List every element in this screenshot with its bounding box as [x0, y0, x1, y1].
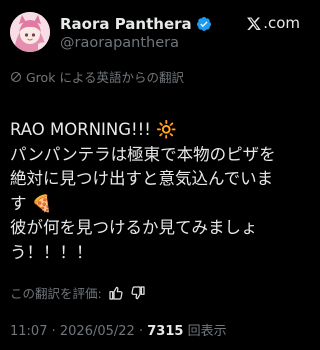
- brand-label: .com: [263, 14, 300, 32]
- display-name[interactable]: Raora Panthera: [60, 15, 192, 33]
- tweet-text: RAO MORNING!!! 🔆 パンパンテラは極東で本物のピザを 絶対に見つけ…: [10, 118, 302, 265]
- avatar-image: [10, 12, 50, 52]
- tweet-line: パンパンテラは極東で本物のピザを: [10, 144, 276, 164]
- thumbs-up-icon: [109, 286, 123, 300]
- tweet-line: 絶対に見つけ出すと意気込んでいま: [10, 169, 274, 188]
- translation-notice: Grok による英語からの翻訳: [10, 67, 184, 86]
- tweet-line: う！！！！: [10, 242, 93, 262]
- rate-translation: この翻訳を評価:: [10, 283, 146, 302]
- x-brand-link[interactable]: .com: [246, 14, 300, 32]
- x-logo-icon: [247, 16, 261, 30]
- tweet-meta: 11:07 · 2026/05/22 · 7315 回表示: [10, 320, 227, 339]
- tweet-line: す 🍕: [10, 193, 53, 213]
- views-count: 7315: [147, 324, 184, 339]
- handle[interactable]: @raorapanthera: [60, 35, 179, 51]
- thumbs-up-button[interactable]: [108, 285, 124, 301]
- tweet-time[interactable]: 11:07: [10, 324, 47, 339]
- avatar[interactable]: [10, 12, 50, 52]
- translation-label: Grok による英語からの翻訳: [26, 70, 185, 85]
- rate-label: この翻訳を評価:: [10, 286, 102, 301]
- tweet-date[interactable]: 2026/05/22: [60, 324, 135, 339]
- grok-icon: [10, 71, 22, 82]
- meta-separator: ·: [51, 324, 56, 339]
- tweet-header: Raora Panthera @raorapanthera .com: [10, 8, 300, 56]
- tweet-line: RAO MORNING!!! 🔆: [10, 120, 177, 139]
- name-row: Raora Panthera: [60, 14, 212, 34]
- tweet-line: 彼が何を見つけるか見てみましょ: [10, 218, 258, 237]
- verified-badge-icon: [196, 17, 211, 31]
- views-label: 回表示: [187, 324, 227, 339]
- thumbs-down-button[interactable]: [130, 285, 146, 301]
- meta-separator: ·: [138, 324, 144, 339]
- tweet-card: Raora Panthera @raorapanthera .com Grok …: [0, 0, 310, 350]
- thumbs-down-icon: [131, 285, 145, 299]
